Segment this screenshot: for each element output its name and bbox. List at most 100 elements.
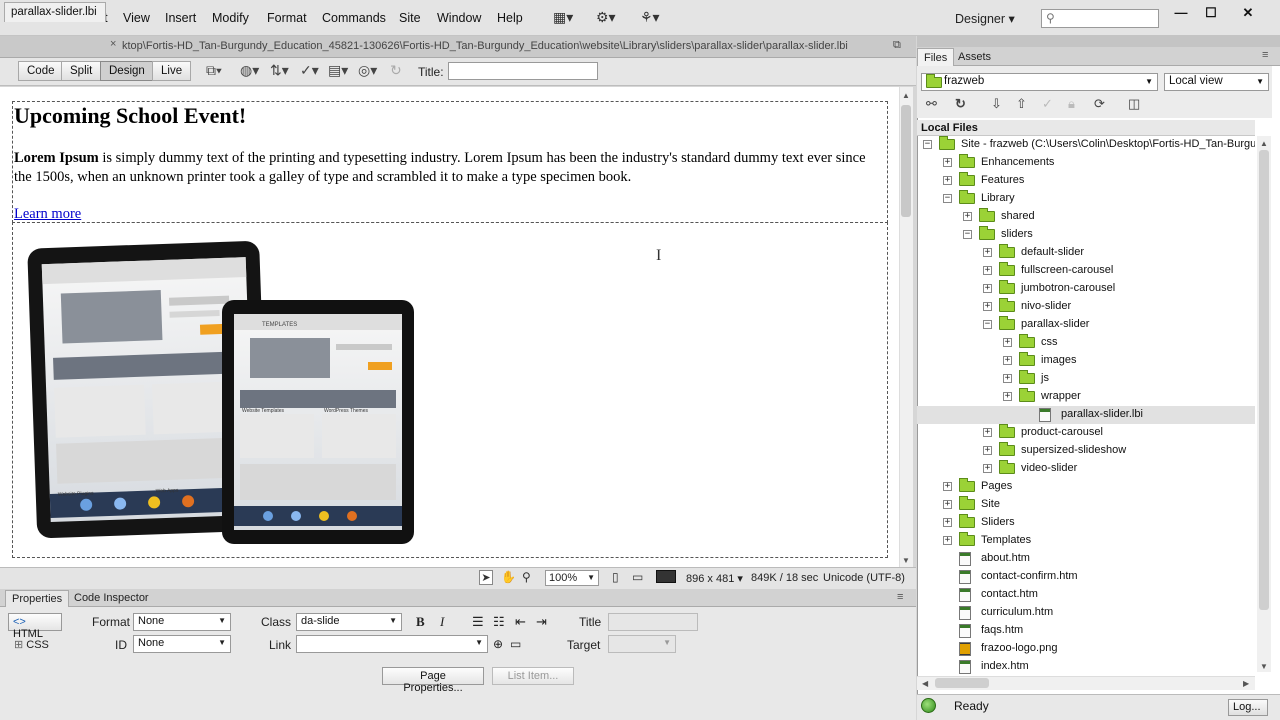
view-select[interactable]: Local view ▼ [1164, 73, 1269, 91]
tree-folder[interactable]: + images [917, 352, 1255, 370]
tab-assets[interactable]: Assets [952, 48, 997, 66]
expand-icon[interactable]: + [983, 248, 992, 257]
panel-menu-icon[interactable]: ≡ [897, 591, 903, 603]
tree-folder[interactable]: + Sliders [917, 514, 1255, 532]
check-in-icon[interactable]: 🔒︎ [1068, 96, 1075, 112]
select-tool-icon[interactable]: ➤ [479, 570, 493, 585]
workspace-switcher[interactable]: Designer ▾ [955, 11, 1015, 26]
expand-panel-icon[interactable]: ◫ [1128, 96, 1140, 112]
expand-icon[interactable]: + [1003, 392, 1012, 401]
design-view-button[interactable]: Design [100, 61, 154, 81]
code-view-button[interactable]: Code [18, 61, 64, 81]
tree-folder[interactable]: + Pages [917, 478, 1255, 496]
expand-icon[interactable]: + [983, 302, 992, 311]
site-select[interactable]: frazweb ▼ [921, 73, 1158, 91]
visual-aids-icon[interactable]: ▤▾ [328, 62, 348, 79]
menu-view[interactable]: View [123, 11, 150, 25]
expand-icon[interactable]: + [983, 464, 992, 473]
italic-button[interactable]: I [440, 614, 444, 630]
target-select[interactable]: ▼ [608, 635, 676, 653]
tree-folder[interactable]: + product-carousel [917, 424, 1255, 442]
tree-folder[interactable]: + fullscreen-carousel [917, 262, 1255, 280]
collapse-icon[interactable]: − [943, 194, 952, 203]
live-view-button[interactable]: Live [152, 61, 192, 81]
site-tree-icon[interactable]: ⚘▾ [640, 9, 660, 26]
window-dimensions[interactable]: 896 x 481 ▾ [686, 572, 743, 585]
indent-icon[interactable]: ⇥ [536, 614, 547, 630]
tree-file[interactable]: frazoo-logo.png [917, 640, 1255, 658]
layout-icon[interactable]: ▦▾ [553, 9, 573, 26]
w3c-validation-icon[interactable]: ✓▾ [300, 62, 319, 79]
scroll-left-icon[interactable]: ◀ [922, 679, 928, 688]
tree-folder[interactable]: + wrapper [917, 388, 1255, 406]
hand-tool-icon[interactable]: ✋ [501, 570, 516, 584]
help-search-input[interactable]: ⚲ [1041, 9, 1159, 28]
log-button[interactable]: Log... [1228, 699, 1268, 716]
expand-icon[interactable]: + [983, 446, 992, 455]
document-tab[interactable]: parallax-slider.lbi [4, 2, 106, 22]
collapse-icon[interactable]: − [983, 320, 992, 329]
scroll-right-icon[interactable]: ▶ [1243, 679, 1249, 688]
tree-folder[interactable]: + Enhancements [917, 154, 1255, 172]
preview-browser-icon[interactable]: ◍▾ [240, 62, 259, 79]
tree-file[interactable]: faqs.htm [917, 622, 1255, 640]
synchronize-icon[interactable]: ⟳ [1094, 96, 1105, 112]
tree-folder[interactable]: + video-slider [917, 460, 1255, 478]
tree-folder[interactable]: − Library [917, 190, 1255, 208]
learn-more-link[interactable]: Learn more [14, 206, 81, 223]
files-scroll-thumb[interactable] [1259, 150, 1269, 610]
expand-icon[interactable]: + [943, 158, 952, 167]
event-paragraph[interactable]: Lorem Ipsum is simply dummy text of the … [14, 149, 886, 187]
split-view-button[interactable]: Split [61, 61, 102, 81]
tablet-size-icon[interactable]: ▭ [632, 570, 643, 584]
expand-icon[interactable]: + [983, 266, 992, 275]
files-hscroll-thumb[interactable] [935, 678, 989, 688]
unordered-list-icon[interactable]: ☰ [472, 614, 484, 630]
scroll-up-icon[interactable]: ▲ [1260, 139, 1268, 148]
desktop-size-icon[interactable] [656, 570, 676, 583]
title-prop-input[interactable] [608, 613, 698, 631]
tree-file[interactable]: about.htm [917, 550, 1255, 568]
expand-icon[interactable]: + [1003, 356, 1012, 365]
maximize-button[interactable]: ☐ [1196, 5, 1226, 20]
document-title-input[interactable] [448, 62, 598, 80]
menu-format[interactable]: Format [267, 11, 307, 25]
tab-properties[interactable]: Properties [5, 590, 70, 607]
scroll-down-icon[interactable]: ▼ [902, 556, 910, 565]
html-mode-button[interactable]: <> HTML [8, 613, 62, 640]
expand-icon[interactable]: + [943, 500, 952, 509]
tree-folder[interactable]: − sliders [917, 226, 1255, 244]
tree-folder[interactable]: + shared [917, 208, 1255, 226]
expand-icon[interactable]: + [943, 536, 952, 545]
css-mode-button[interactable]: ⊞ CSS [14, 638, 49, 651]
list-item-button[interactable]: List Item... [492, 667, 574, 685]
menu-site[interactable]: Site [399, 11, 421, 25]
link-input[interactable]: ▼ [296, 635, 488, 653]
tree-folder[interactable]: − parallax-slider [917, 316, 1255, 334]
point-to-file-icon[interactable]: ⊕ [493, 637, 503, 651]
tree-folder[interactable]: + default-slider [917, 244, 1255, 262]
zoom-tool-icon[interactable]: ⚲ [522, 570, 531, 584]
tree-file[interactable]: curriculum.htm [917, 604, 1255, 622]
phone-size-icon[interactable]: ▯ [612, 570, 619, 584]
menu-help[interactable]: Help [497, 11, 523, 25]
menu-insert[interactable]: Insert [165, 11, 196, 25]
ipad-image[interactable]: TEMPLATES Website Templates WordPress Th… [24, 234, 424, 550]
browse-folder-icon[interactable]: ▭ [510, 637, 521, 651]
put-files-icon[interactable]: ⇧ [1016, 96, 1027, 112]
ordered-list-icon[interactable]: ☷ [493, 614, 505, 630]
browser-compat-icon[interactable]: ◎▾ [358, 62, 377, 79]
tree-folder[interactable]: + css [917, 334, 1255, 352]
event-heading[interactable]: Upcoming School Event! [14, 103, 246, 129]
tree-folder[interactable]: + jumbotron-carousel [917, 280, 1255, 298]
expand-icon[interactable]: + [943, 518, 952, 527]
menu-modify[interactable]: Modify [212, 11, 249, 25]
connect-icon[interactable]: ⚯ [926, 96, 937, 112]
minimize-button[interactable]: — [1166, 5, 1196, 20]
collapse-icon[interactable]: − [923, 140, 932, 149]
get-files-icon[interactable]: ⇩ [991, 96, 1002, 112]
design-scroll-thumb[interactable] [901, 105, 911, 217]
tree-folder[interactable]: + Templates [917, 532, 1255, 550]
outdent-icon[interactable]: ⇤ [515, 614, 526, 630]
scroll-up-icon[interactable]: ▲ [902, 91, 910, 100]
